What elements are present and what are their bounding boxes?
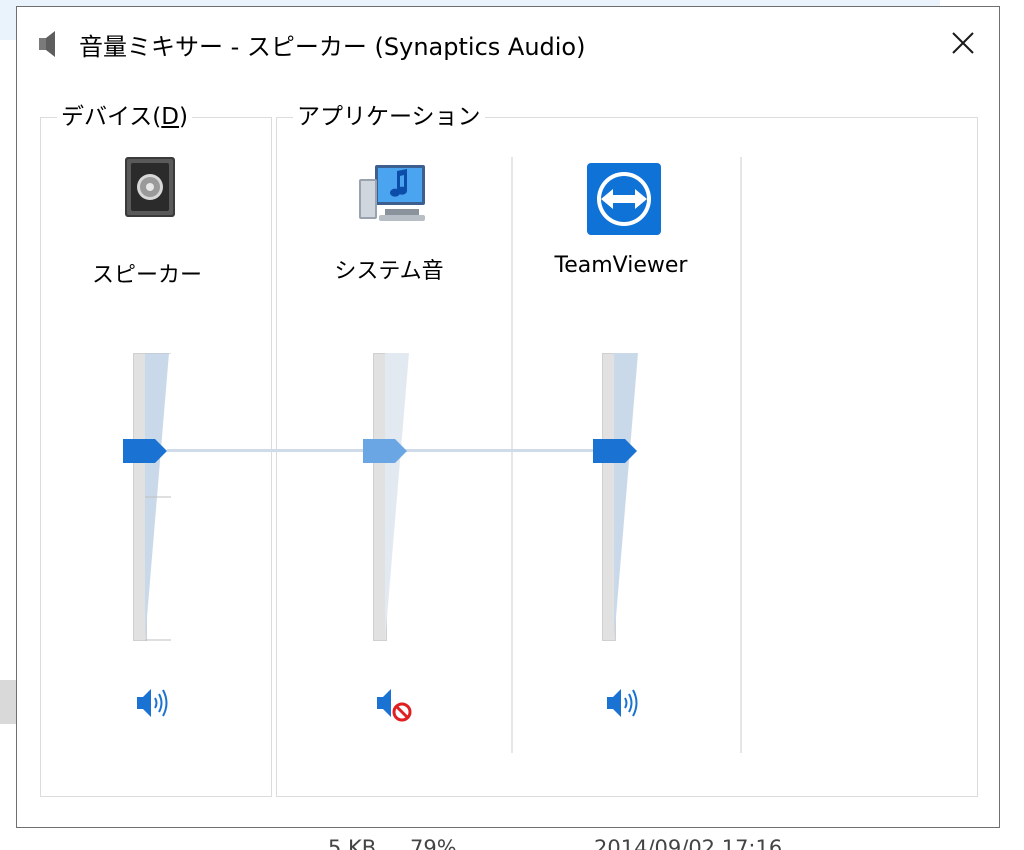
close-button[interactable] — [937, 17, 989, 69]
channel-label-speaker: スピーカー — [91, 263, 202, 288]
muted-volume-icon — [377, 689, 412, 722]
teamviewer-icon[interactable] — [587, 163, 661, 239]
background-file-row: 5 KB 79% 2014/09/02 17:16 — [0, 828, 1024, 850]
background-window-edge — [0, 680, 16, 724]
column-divider — [511, 157, 513, 753]
volume-wedge — [385, 353, 409, 641]
close-icon — [952, 32, 974, 54]
title-bar: 音量ミキサー - スピーカー (Synaptics Audio) — [17, 7, 999, 79]
volume-slider-thumb[interactable] — [363, 439, 407, 463]
volume-icon — [607, 689, 638, 717]
background-date-text: 2014/09/02 17:16 — [594, 836, 783, 850]
mute-button-speaker[interactable] — [131, 683, 175, 723]
speaker-icon — [35, 29, 63, 59]
volume-slider-thumb[interactable] — [593, 439, 637, 463]
volume-slider-thumb[interactable] — [123, 439, 167, 463]
mute-button-teamviewer[interactable] — [601, 683, 645, 723]
volume-mixer-window: 音量ミキサー - スピーカー (Synaptics Audio) デバイス(D)… — [16, 6, 1000, 828]
volume-icon — [137, 689, 168, 717]
devices-legend: デバイス(D) — [61, 104, 188, 130]
column-divider — [740, 157, 742, 753]
volume-wedge — [614, 353, 638, 641]
window-title: 音量ミキサー - スピーカー (Synaptics Audio) — [79, 33, 586, 61]
system-sounds-icon[interactable] — [355, 161, 435, 233]
background-size-text: 5 KB — [328, 836, 377, 850]
channel-label-system-sounds: システム音 — [334, 259, 444, 284]
volume-wedge — [145, 353, 171, 641]
mute-button-system-sounds[interactable] — [371, 685, 415, 725]
channel-label-teamviewer: TeamViewer — [554, 253, 688, 278]
speaker-device-icon[interactable] — [121, 153, 181, 225]
background-percent-text: 79% — [410, 836, 457, 850]
applications-legend: アプリケーション — [297, 104, 481, 130]
